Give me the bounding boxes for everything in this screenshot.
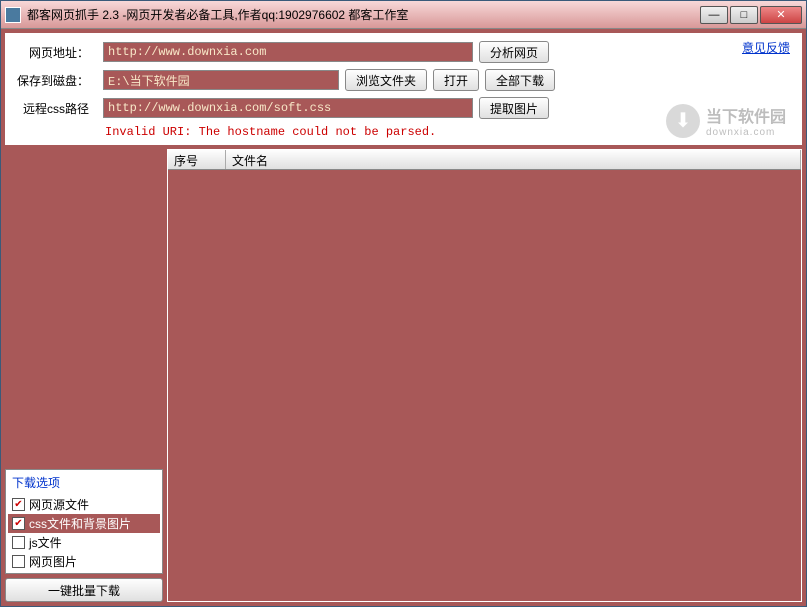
css-label: 远程css路径 bbox=[17, 100, 97, 117]
url-label: 网页地址： bbox=[17, 44, 97, 61]
minimize-button[interactable]: — bbox=[700, 6, 728, 24]
top-panel: 意见反馈 网页地址： 分析网页 保存到磁盘： 浏览文件夹 打开 全部下载 远程c… bbox=[5, 33, 802, 145]
window-controls: — □ ✕ bbox=[700, 6, 802, 24]
url-input[interactable] bbox=[103, 42, 473, 62]
file-list: 序号 文件名 bbox=[167, 149, 802, 602]
maximize-button[interactable]: □ bbox=[730, 6, 758, 24]
list-header: 序号 文件名 bbox=[168, 150, 801, 170]
batch-download-button[interactable]: 一键批量下载 bbox=[5, 578, 163, 602]
watermark-text: 当下软件园 downxia.com bbox=[706, 103, 786, 138]
option-item-2[interactable]: js文件 bbox=[8, 533, 160, 552]
open-button[interactable]: 打开 bbox=[433, 69, 479, 91]
col-filename[interactable]: 文件名 bbox=[226, 150, 801, 169]
option-label: css文件和背景图片 bbox=[29, 515, 131, 532]
col-index[interactable]: 序号 bbox=[168, 150, 226, 169]
download-options-group: 下载选项 ✔ 网页源文件 ✔ css文件和背景图片 js文件网页图片 bbox=[5, 469, 163, 574]
mid-area: 下载选项 ✔ 网页源文件 ✔ css文件和背景图片 js文件网页图片 一键批量下载 序号… bbox=[5, 149, 802, 602]
option-label: 网页图片 bbox=[29, 553, 77, 570]
option-item-0[interactable]: ✔ 网页源文件 bbox=[8, 495, 160, 514]
save-label: 保存到磁盘： bbox=[17, 72, 97, 89]
download-icon: ⬇ bbox=[666, 104, 700, 138]
titlebar[interactable]: 都客网页抓手 2.3 -网页开发者必备工具,作者qq:1902976602 都客… bbox=[1, 1, 806, 29]
extract-img-button[interactable]: 提取图片 bbox=[479, 97, 549, 119]
checkbox-icon[interactable] bbox=[12, 536, 25, 549]
option-label: 网页源文件 bbox=[29, 496, 89, 513]
save-row: 保存到磁盘： 浏览文件夹 打开 全部下载 bbox=[17, 69, 790, 91]
option-item-1[interactable]: ✔ css文件和背景图片 bbox=[8, 514, 160, 533]
option-item-3[interactable]: 网页图片 bbox=[8, 552, 160, 571]
download-all-button[interactable]: 全部下载 bbox=[485, 69, 555, 91]
browse-button[interactable]: 浏览文件夹 bbox=[345, 69, 427, 91]
options-title: 下载选项 bbox=[8, 472, 160, 495]
analyze-button[interactable]: 分析网页 bbox=[479, 41, 549, 63]
window-title: 都客网页抓手 2.3 -网页开发者必备工具,作者qq:1902976602 都客… bbox=[27, 6, 700, 23]
save-path-input[interactable] bbox=[103, 70, 339, 90]
url-row: 网页地址： 分析网页 bbox=[17, 41, 790, 63]
watermark-sub: downxia.com bbox=[706, 127, 786, 138]
list-body[interactable] bbox=[168, 170, 801, 601]
checkbox-icon[interactable] bbox=[12, 555, 25, 568]
watermark-main: 当下软件园 bbox=[706, 103, 786, 127]
content-area: 意见反馈 网页地址： 分析网页 保存到磁盘： 浏览文件夹 打开 全部下载 远程c… bbox=[1, 29, 806, 606]
css-input[interactable] bbox=[103, 98, 473, 118]
checkbox-icon[interactable]: ✔ bbox=[12, 517, 25, 530]
sidebar: 下载选项 ✔ 网页源文件 ✔ css文件和背景图片 js文件网页图片 一键批量下载 bbox=[5, 149, 163, 602]
checkbox-icon[interactable]: ✔ bbox=[12, 498, 25, 511]
sidebar-spacer bbox=[5, 149, 163, 469]
app-window: 都客网页抓手 2.3 -网页开发者必备工具,作者qq:1902976602 都客… bbox=[0, 0, 807, 607]
app-icon bbox=[5, 7, 21, 23]
feedback-link[interactable]: 意见反馈 bbox=[742, 39, 790, 56]
option-label: js文件 bbox=[29, 534, 62, 551]
close-button[interactable]: ✕ bbox=[760, 6, 802, 24]
watermark: ⬇ 当下软件园 downxia.com bbox=[666, 103, 786, 138]
